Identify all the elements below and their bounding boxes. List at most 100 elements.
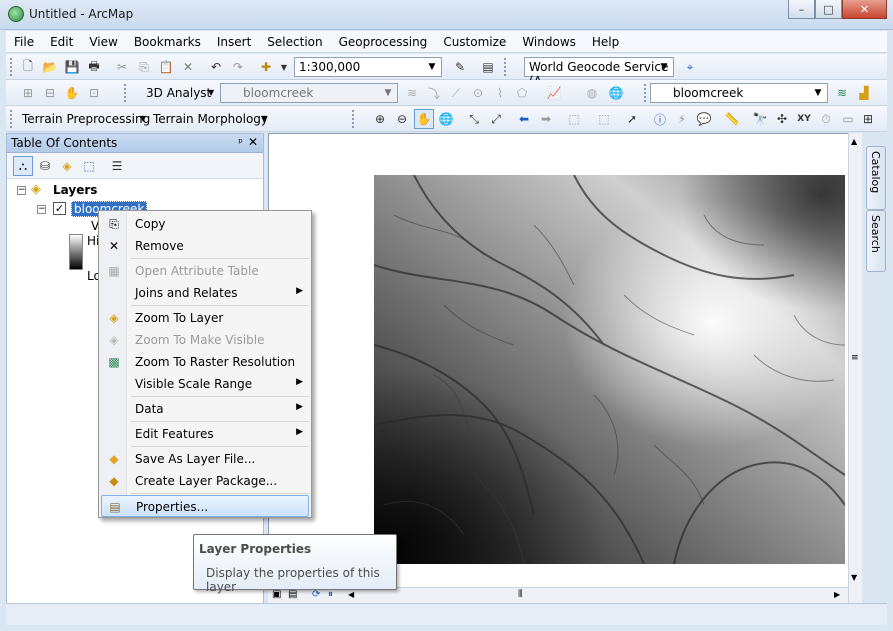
toolbar-grip[interactable]: [124, 84, 128, 102]
copy-toolbar-icon[interactable]: ⎘: [134, 57, 154, 77]
paste-icon[interactable]: 📋: [156, 57, 176, 77]
fixed-zoom-in-icon[interactable]: ⤡: [464, 109, 484, 129]
menu-item-edit-features[interactable]: Edit Features ▶: [101, 423, 309, 445]
menu-item-data[interactable]: Data ▶: [101, 398, 309, 420]
tool-icon[interactable]: ⊞: [18, 83, 38, 103]
maximize-button[interactable]: □: [815, 0, 842, 19]
chevron-down-icon[interactable]: ▼: [381, 85, 395, 101]
find-icon[interactable]: 🔭: [750, 109, 770, 129]
toolbar-grip[interactable]: [10, 110, 14, 128]
find-route-icon[interactable]: ✣: [772, 109, 792, 129]
scroll-thumb-icon[interactable]: ⦀: [518, 589, 522, 600]
scroll-right-icon[interactable]: ▶: [834, 590, 840, 599]
list-by-selection-icon[interactable]: ⬚: [79, 156, 99, 176]
scroll-thumb-icon[interactable]: ≡: [851, 353, 859, 363]
collapse-layers-icon[interactable]: −: [17, 186, 26, 195]
clear-selection-icon[interactable]: ⬚: [594, 109, 614, 129]
search-tab[interactable]: Search: [866, 210, 886, 272]
print-icon[interactable]: 🖶: [84, 57, 104, 77]
line-of-sight-icon[interactable]: ⟋: [446, 83, 466, 103]
menu-file[interactable]: File: [6, 35, 42, 49]
menu-item-properties[interactable]: ▤ Properties...: [101, 495, 309, 517]
menu-selection[interactable]: Selection: [259, 35, 330, 49]
menu-edit[interactable]: Edit: [42, 35, 81, 49]
interpolate-line-icon[interactable]: ⌇: [490, 83, 510, 103]
scroll-up-icon[interactable]: ▲: [851, 137, 857, 146]
interpolate-point-icon[interactable]: ⊙: [468, 83, 488, 103]
close-icon[interactable]: ✕: [248, 135, 258, 149]
create-viewer-icon[interactable]: ⊞: [858, 109, 878, 129]
add-data-icon[interactable]: ✚: [256, 57, 276, 77]
forward-arrow-icon[interactable]: ➡: [536, 109, 556, 129]
chevron-down-icon[interactable]: ▼: [425, 59, 439, 75]
toolbar-grip[interactable]: [644, 84, 648, 102]
map-scale-combo[interactable]: 1:300,000 ▼: [294, 57, 442, 77]
contour-tool-icon[interactable]: ≋: [832, 83, 852, 103]
terrain-morphology-menu[interactable]: Terrain Morphology: [153, 112, 268, 126]
cut-icon[interactable]: ✂: [112, 57, 132, 77]
minimize-button[interactable]: –: [788, 0, 815, 19]
collapse-layer-icon[interactable]: −: [37, 205, 46, 214]
new-document-icon[interactable]: 🗋: [18, 57, 38, 77]
terrain-preprocessing-menu[interactable]: Terrain Preprocessing: [22, 112, 150, 126]
save-icon[interactable]: 💾: [62, 57, 82, 77]
catalog-tab[interactable]: Catalog: [866, 146, 886, 210]
arcscene-icon[interactable]: ◍: [582, 83, 602, 103]
delete-icon[interactable]: ✕: [178, 57, 198, 77]
go-to-xy-icon[interactable]: XY: [794, 109, 814, 129]
back-arrow-icon[interactable]: ⬅: [514, 109, 534, 129]
geocode-service-combo[interactable]: World Geocode Service (A ▼: [524, 57, 674, 88]
scroll-down-icon[interactable]: ▼: [851, 573, 857, 582]
hyperlink-icon[interactable]: ⚡: [672, 109, 692, 129]
interpolate-polygon-icon[interactable]: ⬠: [512, 83, 532, 103]
chevron-down-icon[interactable]: ▼: [657, 59, 671, 75]
viewer-icon[interactable]: ▭: [838, 109, 858, 129]
menu-item-joins-and-relates[interactable]: Joins and Relates ▶: [101, 282, 309, 304]
toolbar-grip[interactable]: [10, 58, 14, 76]
histogram-icon[interactable]: ▟: [854, 83, 874, 103]
menu-item-visible-scale-range[interactable]: Visible Scale Range ▶: [101, 373, 309, 395]
spatial-analyst-layer-combo[interactable]: bloomcreek ▼: [650, 83, 828, 103]
pan-icon[interactable]: ✋: [414, 109, 434, 129]
menu-item-zoom-to-make-visible[interactable]: ◈ Zoom To Make Visible: [101, 329, 309, 351]
menu-item-remove[interactable]: ✕ Remove: [101, 235, 309, 257]
pin-icon[interactable]: ᵖ: [238, 136, 243, 149]
find-address-icon[interactable]: ⌖: [680, 57, 700, 77]
menu-item-zoom-to-layer[interactable]: ◈ Zoom To Layer: [101, 307, 309, 329]
tool-icon[interactable]: ⊟: [40, 83, 60, 103]
pan-hand-disabled-icon[interactable]: ✋: [62, 83, 82, 103]
menu-help[interactable]: Help: [584, 35, 627, 49]
3d-layer-combo[interactable]: bloomcreek ▼: [220, 83, 398, 103]
dem-raster-image[interactable]: [374, 175, 845, 564]
add-data-dropdown-icon[interactable]: ▼: [274, 57, 294, 77]
list-by-drawing-order-icon[interactable]: ⛬: [13, 156, 33, 176]
menu-view[interactable]: View: [81, 35, 125, 49]
editor-icon[interactable]: ✎: [450, 57, 470, 77]
profile-graph-icon[interactable]: 📈: [544, 83, 564, 103]
layers-group-label[interactable]: Layers: [53, 183, 97, 197]
menu-item-zoom-to-raster-resolution[interactable]: ▩ Zoom To Raster Resolution: [101, 351, 309, 373]
zoom-out-icon[interactable]: ⊖: [392, 109, 412, 129]
menu-windows[interactable]: Windows: [514, 35, 584, 49]
html-popup-icon[interactable]: 💬: [694, 109, 714, 129]
toolbar-grip[interactable]: [352, 110, 356, 128]
steepest-path-icon[interactable]: ⤵: [424, 83, 444, 103]
map-vertical-scrollbar[interactable]: ▲ ≡ ▼: [848, 133, 862, 603]
identify-icon[interactable]: ⓘ: [650, 109, 670, 129]
chevron-down-icon[interactable]: ▼: [261, 114, 267, 123]
menu-item-copy[interactable]: ⎘ Copy: [101, 213, 309, 235]
map-display[interactable]: [268, 133, 862, 603]
measure-icon[interactable]: 📏: [722, 109, 742, 129]
undo-icon[interactable]: ↶: [206, 57, 226, 77]
toolbox-window-icon[interactable]: ▤: [478, 57, 498, 77]
toolbar-grip[interactable]: [504, 58, 508, 76]
close-button[interactable]: ✕: [842, 0, 887, 19]
tool-icon[interactable]: ⊡: [84, 83, 104, 103]
select-elements-icon[interactable]: ➚: [622, 109, 642, 129]
full-extent-icon[interactable]: 🌐: [436, 109, 456, 129]
chevron-down-icon[interactable]: ▼: [208, 88, 214, 97]
select-features-icon[interactable]: ⬚: [564, 109, 584, 129]
menu-geoprocessing[interactable]: Geoprocessing: [331, 35, 436, 49]
chevron-down-icon[interactable]: ▼: [140, 114, 146, 123]
open-icon[interactable]: 📂: [40, 57, 60, 77]
